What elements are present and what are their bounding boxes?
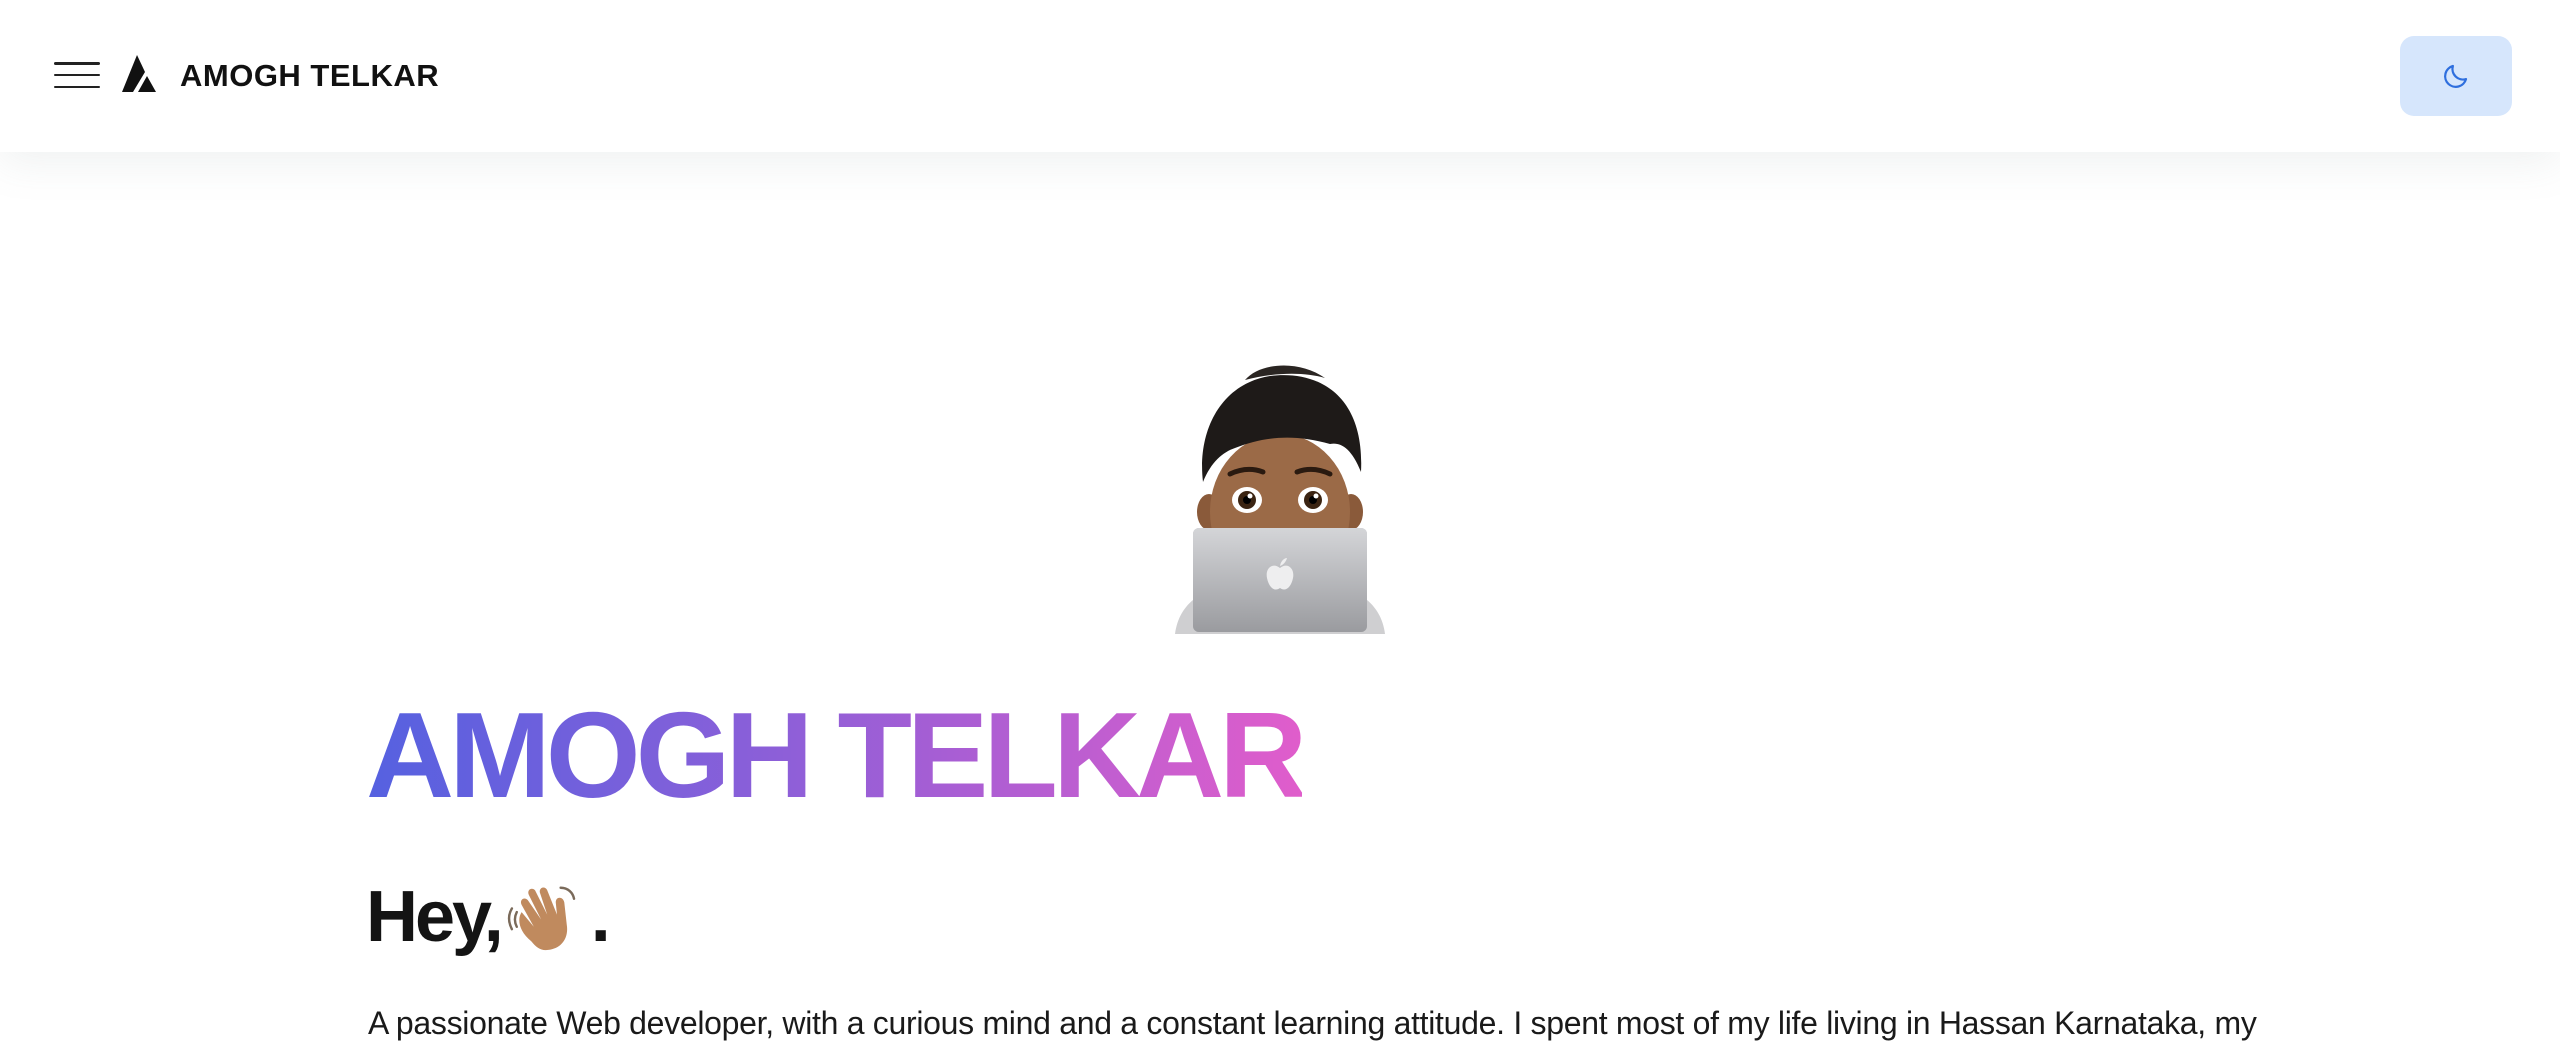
hero-title: AMOGH TELKAR: [366, 687, 1307, 823]
hamburger-menu-icon[interactable]: [54, 62, 100, 88]
waving-hand-icon: [507, 886, 575, 951]
greeting-suffix: .: [590, 877, 611, 957]
greeting-prefix: Hey,: [366, 877, 504, 957]
greeting-heading: Hey, .: [366, 872, 611, 962]
triangle-logo-icon[interactable]: [122, 55, 164, 93]
site-brand-name[interactable]: AMOGH TELKAR: [180, 56, 439, 96]
theme-toggle-button[interactable]: [2400, 36, 2512, 116]
intro-paragraph: A passionate Web developer, with a curio…: [368, 1005, 2257, 1041]
moon-icon: [2444, 64, 2468, 88]
memoji-laptop-avatar: [1175, 365, 1385, 634]
top-navbar: AMOGH TELKAR: [0, 0, 2560, 152]
